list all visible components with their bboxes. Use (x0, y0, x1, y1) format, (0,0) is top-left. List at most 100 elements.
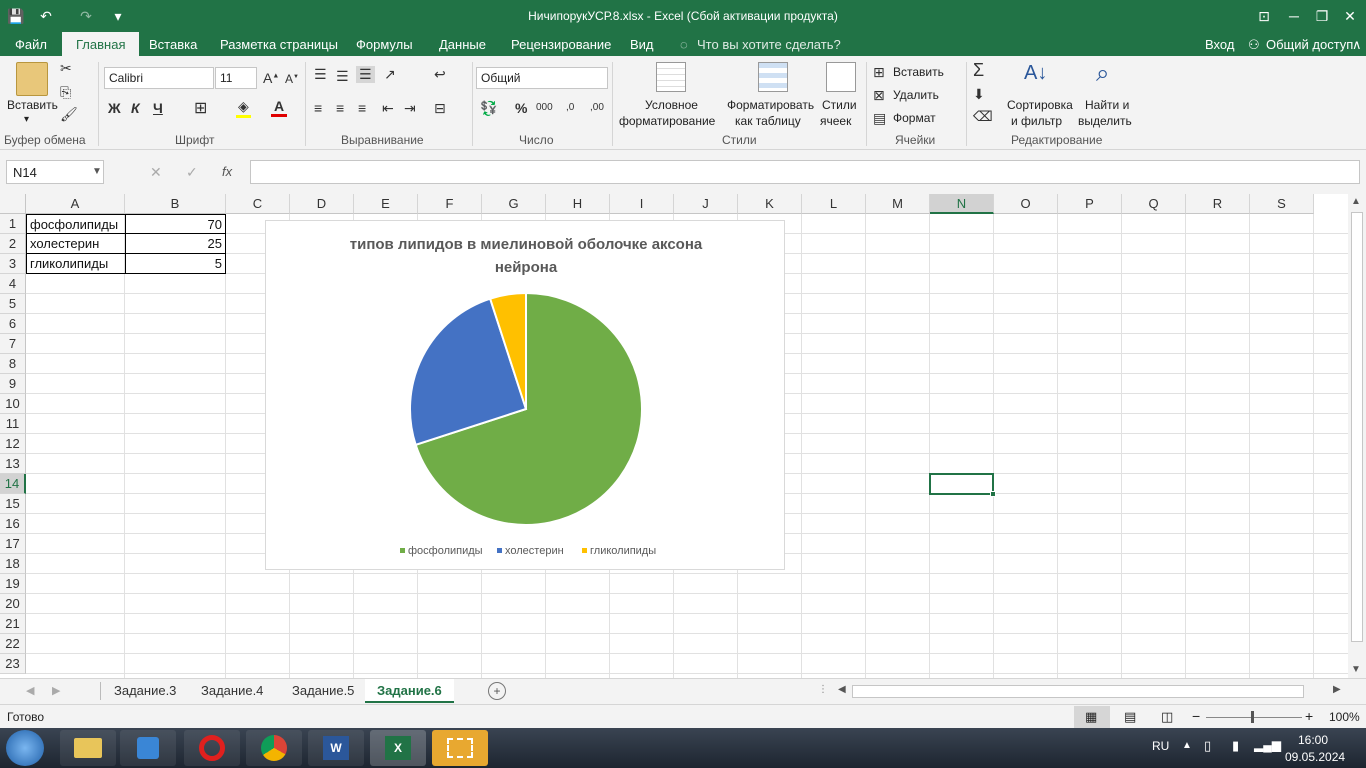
bold-button[interactable]: Ж (108, 100, 121, 116)
column-header-Q[interactable]: Q (1122, 194, 1186, 214)
cond-format-label-2[interactable]: форматирование (619, 114, 715, 128)
borders-icon[interactable]: ⊞ (194, 98, 207, 118)
cell-A3[interactable]: гликолипиды (26, 254, 126, 274)
close-icon[interactable]: ✕ (1340, 6, 1360, 26)
clear-icon[interactable]: ⌫ (973, 108, 993, 125)
format-painter-icon[interactable]: 🖌 (60, 106, 78, 123)
column-header-F[interactable]: F (418, 194, 482, 214)
font-shrink-icon[interactable]: A▼ (285, 72, 299, 86)
zoom-in-icon[interactable]: + (1305, 708, 1313, 724)
media-player-taskbar-icon[interactable] (120, 730, 176, 766)
minimize-icon[interactable]: ─ (1284, 6, 1304, 26)
horizontal-scroll-thumb[interactable] (852, 685, 1304, 698)
paste-icon[interactable] (16, 62, 48, 96)
tab-file[interactable]: Файл (15, 37, 47, 52)
row-header-7[interactable]: 7 (0, 334, 26, 354)
tab-data[interactable]: Данные (439, 37, 486, 52)
sheet-tab-5[interactable]: Задание.5 (280, 679, 366, 703)
sheet-tab-3[interactable]: Задание.3 (102, 679, 188, 703)
explorer-taskbar-icon[interactable] (60, 730, 116, 766)
increase-decimal-icon[interactable]: ,0 (566, 102, 574, 113)
wrap-text-icon[interactable]: ↩ (434, 66, 446, 83)
battery-icon[interactable]: ▮ (1232, 738, 1239, 754)
delete-cells-button[interactable]: Удалить (893, 88, 939, 102)
cell-B2[interactable]: 25 (125, 234, 226, 254)
row-header-9[interactable]: 9 (0, 374, 26, 394)
start-button[interactable] (6, 730, 44, 766)
hscroll-right-icon[interactable]: ▶ (1333, 684, 1341, 695)
enter-icon[interactable]: ✓ (186, 164, 198, 181)
percent-button[interactable]: % (515, 100, 527, 116)
decrease-decimal-icon[interactable]: ,00 (590, 102, 604, 113)
sheet-tab-6[interactable]: Задание.6 (365, 679, 454, 703)
chrome-taskbar-icon[interactable] (246, 730, 302, 766)
find-select-icon[interactable]: ⌕ (1096, 60, 1109, 88)
restore-icon[interactable]: ❐ (1312, 6, 1332, 26)
zoom-out-icon[interactable]: − (1192, 708, 1200, 724)
tray-expand-icon[interactable]: ▲ (1182, 740, 1192, 751)
row-header-20[interactable]: 20 (0, 594, 26, 614)
scroll-down-icon[interactable]: ▼ (1351, 664, 1361, 675)
column-header-P[interactable]: P (1058, 194, 1122, 214)
sort-filter-label-2[interactable]: и фильтр (1011, 114, 1062, 128)
format-table-label-1[interactable]: Форматировать (727, 98, 814, 112)
hscroll-left-icon[interactable]: ◀ (838, 684, 846, 695)
signal-icon[interactable]: ▂▄▆ (1254, 738, 1281, 752)
row-header-5[interactable]: 5 (0, 294, 26, 314)
row-header-3[interactable]: 3 (0, 254, 26, 274)
excel-taskbar-icon[interactable]: X (370, 730, 426, 766)
row-header-21[interactable]: 21 (0, 614, 26, 634)
next-sheet-icon[interactable]: ▶ (52, 684, 60, 697)
tab-view[interactable]: Вид (630, 37, 654, 52)
prev-sheet-icon[interactable]: ◀ (26, 684, 34, 697)
row-header-16[interactable]: 16 (0, 514, 26, 534)
opera-taskbar-icon[interactable] (184, 730, 240, 766)
column-header-I[interactable]: I (610, 194, 674, 214)
font-name-select[interactable]: Calibri (104, 67, 214, 89)
cell-styles-icon[interactable] (826, 62, 856, 92)
align-right-icon[interactable]: ≡ (358, 100, 366, 116)
sheet-tab-4[interactable]: Задание.4 (189, 679, 275, 703)
cell-B3[interactable]: 5 (125, 254, 226, 274)
paste-dropdown-icon[interactable]: ▾ (24, 114, 29, 125)
align-center-icon[interactable]: ≡ (336, 100, 344, 116)
name-box-dropdown-icon[interactable]: ▼ (92, 166, 102, 177)
format-table-label-2[interactable]: как таблицу (735, 114, 801, 128)
row-header-15[interactable]: 15 (0, 494, 26, 514)
underline-button[interactable]: Ч (153, 100, 163, 116)
clock-time[interactable]: 16:00 (1298, 733, 1328, 747)
share-button[interactable]: Общий доступ (1266, 37, 1353, 52)
format-as-table-icon[interactable] (758, 62, 788, 92)
fill-handle[interactable] (990, 491, 996, 497)
sheet-split-icon[interactable]: ⋮ (818, 684, 828, 695)
select-all-corner[interactable] (0, 194, 26, 214)
autosum-icon[interactable]: Σ (973, 60, 984, 81)
zoom-level[interactable]: 100% (1329, 710, 1360, 724)
row-header-18[interactable]: 18 (0, 554, 26, 574)
column-header-G[interactable]: G (482, 194, 546, 214)
name-box[interactable]: N14 (6, 160, 104, 184)
column-header-S[interactable]: S (1250, 194, 1314, 214)
tell-me-input[interactable]: Что вы хотите сделать? (697, 37, 841, 52)
tab-review[interactable]: Рецензирование (511, 37, 611, 52)
signin-link[interactable]: Вход (1205, 37, 1234, 52)
row-header-10[interactable]: 10 (0, 394, 26, 414)
cond-format-label-1[interactable]: Условное (645, 98, 698, 112)
row-header-13[interactable]: 13 (0, 454, 26, 474)
word-taskbar-icon[interactable]: W (308, 730, 364, 766)
row-header-6[interactable]: 6 (0, 314, 26, 334)
align-bottom-icon[interactable]: ☰ (356, 66, 375, 83)
scroll-up-icon[interactable]: ▲ (1351, 196, 1361, 207)
cell-styles-label-1[interactable]: Стили (822, 98, 857, 112)
italic-button[interactable]: К (131, 100, 140, 116)
column-header-R[interactable]: R (1186, 194, 1250, 214)
zoom-slider-thumb[interactable] (1251, 711, 1254, 723)
snipping-taskbar-icon[interactable] (432, 730, 488, 766)
fill-icon[interactable]: ⬇ (973, 86, 985, 103)
ribbon-display-icon[interactable]: ⊡ (1254, 6, 1274, 26)
copy-icon[interactable]: ⎘ (60, 84, 71, 101)
column-header-O[interactable]: O (994, 194, 1058, 214)
clock-date[interactable]: 09.05.2024 (1285, 750, 1345, 764)
cell-A2[interactable]: холестерин (26, 234, 126, 254)
column-header-L[interactable]: L (802, 194, 866, 214)
